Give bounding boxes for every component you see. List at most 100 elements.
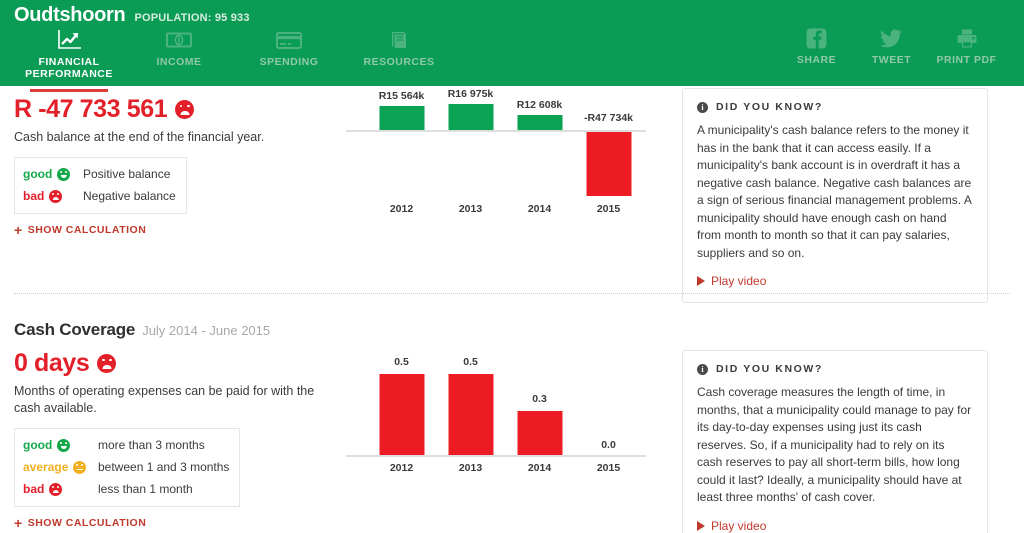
show-calculation-label: SHOW CALCULATION	[27, 517, 147, 529]
happy-face-icon	[57, 167, 71, 181]
legend-desc-bad: Negative balance	[83, 189, 176, 203]
bar-value-label: 0.5	[463, 356, 478, 368]
plus-icon: +	[14, 515, 23, 531]
bar-value-label: R16 975k	[447, 88, 494, 100]
share-button[interactable]: SHARE	[779, 26, 854, 66]
legend-desc-bad: less than 1 month	[98, 482, 193, 496]
legend-row: average between 1 and 3 months	[23, 456, 229, 478]
sad-face-icon	[49, 482, 63, 496]
print-pdf-label: PRINT PDF	[936, 54, 997, 66]
cash-balance-value: R -47 733 561	[14, 95, 168, 123]
x-tick-2015: 2015	[596, 203, 621, 215]
bar-column-2012[interactable]: 0.5	[368, 350, 435, 480]
section-cash-coverage: Cash Coverage July 2014 - June 2015 0 da…	[0, 310, 1024, 533]
bar-2014[interactable]	[517, 411, 562, 455]
did-you-know-title: DID YOU KNOW?	[716, 101, 823, 113]
share-label: SHARE	[796, 54, 837, 66]
show-calculation-toggle-cash-coverage[interactable]: + SHOW CALCULATION	[14, 515, 334, 531]
did-you-know-panel-cash-coverage: i DID YOU KNOW? Cash coverage measures t…	[682, 350, 988, 533]
tweet-button[interactable]: TWEET	[854, 26, 929, 66]
nav-item-resources[interactable]: RESOURCES	[344, 26, 454, 68]
legend-key-average: average	[23, 460, 98, 474]
credit-card-icon	[234, 28, 344, 52]
did-you-know-title: DID YOU KNOW?	[716, 363, 823, 375]
cash-coverage-legend: good more than 3 months average between …	[14, 428, 241, 507]
bar-2012[interactable]	[379, 106, 424, 130]
bar-2015[interactable]	[586, 132, 631, 196]
cash-coverage-period: July 2014 - June 2015	[142, 323, 271, 338]
x-tick-2014: 2014	[527, 462, 552, 474]
legend-key-label: average	[23, 460, 69, 474]
did-you-know-body: Cash coverage measures the length of tim…	[697, 385, 972, 504]
play-video-link-cash-coverage[interactable]: Play video	[697, 519, 973, 533]
cash-coverage-title-row: Cash Coverage July 2014 - June 2015	[14, 320, 334, 340]
sad-face-icon	[49, 189, 63, 203]
print-pdf-button[interactable]: PRINT PDF	[929, 26, 1004, 66]
bar-column-2012[interactable]: R15 564k	[368, 90, 435, 220]
cash-balance-summary: R -47 733 561 Cash balance at the end of…	[14, 94, 334, 237]
bar-2012[interactable]	[379, 374, 424, 455]
banknote-icon	[124, 28, 234, 52]
nav-label-resources: RESOURCES	[363, 56, 435, 68]
x-tick-2012: 2012	[389, 203, 414, 215]
printer-icon	[929, 26, 1004, 50]
neutral-face-icon	[73, 460, 87, 474]
x-tick-2012: 2012	[389, 462, 414, 474]
play-video-label: Play video	[711, 518, 767, 533]
cash-coverage-value-row: 0 days	[14, 348, 334, 378]
cash-balance-value-row: R -47 733 561	[14, 94, 334, 124]
cash-coverage-summary: Cash Coverage July 2014 - June 2015 0 da…	[14, 320, 334, 531]
bar-column-2014[interactable]: R12 608k	[506, 90, 573, 220]
facebook-icon	[779, 26, 854, 50]
show-calculation-toggle-cash-balance[interactable]: + SHOW CALCULATION	[14, 223, 334, 237]
bar-value-label: -R47 734k	[583, 112, 634, 124]
nav-label-income: INCOME	[156, 56, 202, 68]
site-header: Oudtshoorn POPULATION: 95 933 FINANCIAL …	[0, 0, 1024, 92]
legend-row: good more than 3 months	[23, 434, 229, 456]
cash-balance-chart: R15 564k R16 975k R12 608k -R47 734k 201…	[346, 88, 646, 220]
bar-value-label: 0.5	[394, 356, 409, 368]
legend-desc-average: between 1 and 3 months	[98, 460, 230, 474]
primary-nav: FINANCIAL PERFORMANCE INCOME SPENDING RE…	[14, 26, 454, 92]
section-divider	[14, 293, 1010, 294]
x-tick-2013: 2013	[458, 462, 483, 474]
info-icon: i	[697, 101, 708, 113]
play-video-link-cash-balance[interactable]: Play video	[697, 274, 973, 288]
bar-value-label: 0.3	[532, 393, 547, 405]
bar-column-2013[interactable]: 0.5	[437, 350, 504, 480]
nav-item-spending[interactable]: SPENDING	[234, 26, 344, 68]
cash-coverage-description: Months of operating expenses can be paid…	[14, 384, 315, 415]
legend-key-label: good	[23, 438, 53, 452]
twitter-icon	[854, 26, 929, 50]
did-you-know-body: A municipality's cash balance refers to …	[697, 123, 972, 260]
municipality-name: Oudtshoorn	[14, 4, 126, 26]
did-you-know-header: i DID YOU KNOW?	[697, 363, 973, 375]
legend-key-good: good	[23, 167, 83, 181]
book-icon	[344, 28, 454, 52]
legend-row: bad Negative balance	[23, 185, 176, 207]
x-tick-2015: 2015	[596, 462, 621, 474]
brand-row: Oudtshoorn POPULATION: 95 933	[14, 4, 250, 27]
legend-key-label: bad	[23, 482, 45, 496]
bar-column-2015[interactable]: -R47 734k	[575, 90, 642, 220]
play-icon	[697, 520, 705, 531]
bar-2013[interactable]	[448, 374, 493, 455]
section-cash-balance: R -47 733 561 Cash balance at the end of…	[0, 86, 1024, 303]
x-tick-2013: 2013	[458, 203, 483, 215]
nav-item-financial-performance[interactable]: FINANCIAL PERFORMANCE	[14, 26, 124, 92]
cash-balance-legend: good Positive balance bad Negative balan…	[14, 157, 187, 214]
bar-column-2015[interactable]: 0.0	[575, 350, 642, 480]
legend-key-good: good	[23, 438, 98, 452]
page-title: Cash Coverage	[14, 320, 136, 339]
population-label: POPULATION: 95 933	[134, 12, 250, 24]
legend-row: good Positive balance	[23, 163, 176, 185]
sad-face-icon	[175, 99, 195, 119]
did-you-know-header: i DID YOU KNOW?	[697, 101, 973, 113]
legend-desc-good: more than 3 months	[98, 438, 205, 452]
bar-2013[interactable]	[448, 104, 493, 130]
play-video-label: Play video	[711, 274, 767, 288]
bar-2014[interactable]	[517, 115, 562, 130]
bar-column-2014[interactable]: 0.3	[506, 350, 573, 480]
bar-column-2013[interactable]: R16 975k	[437, 88, 504, 220]
nav-item-income[interactable]: INCOME	[124, 26, 234, 68]
